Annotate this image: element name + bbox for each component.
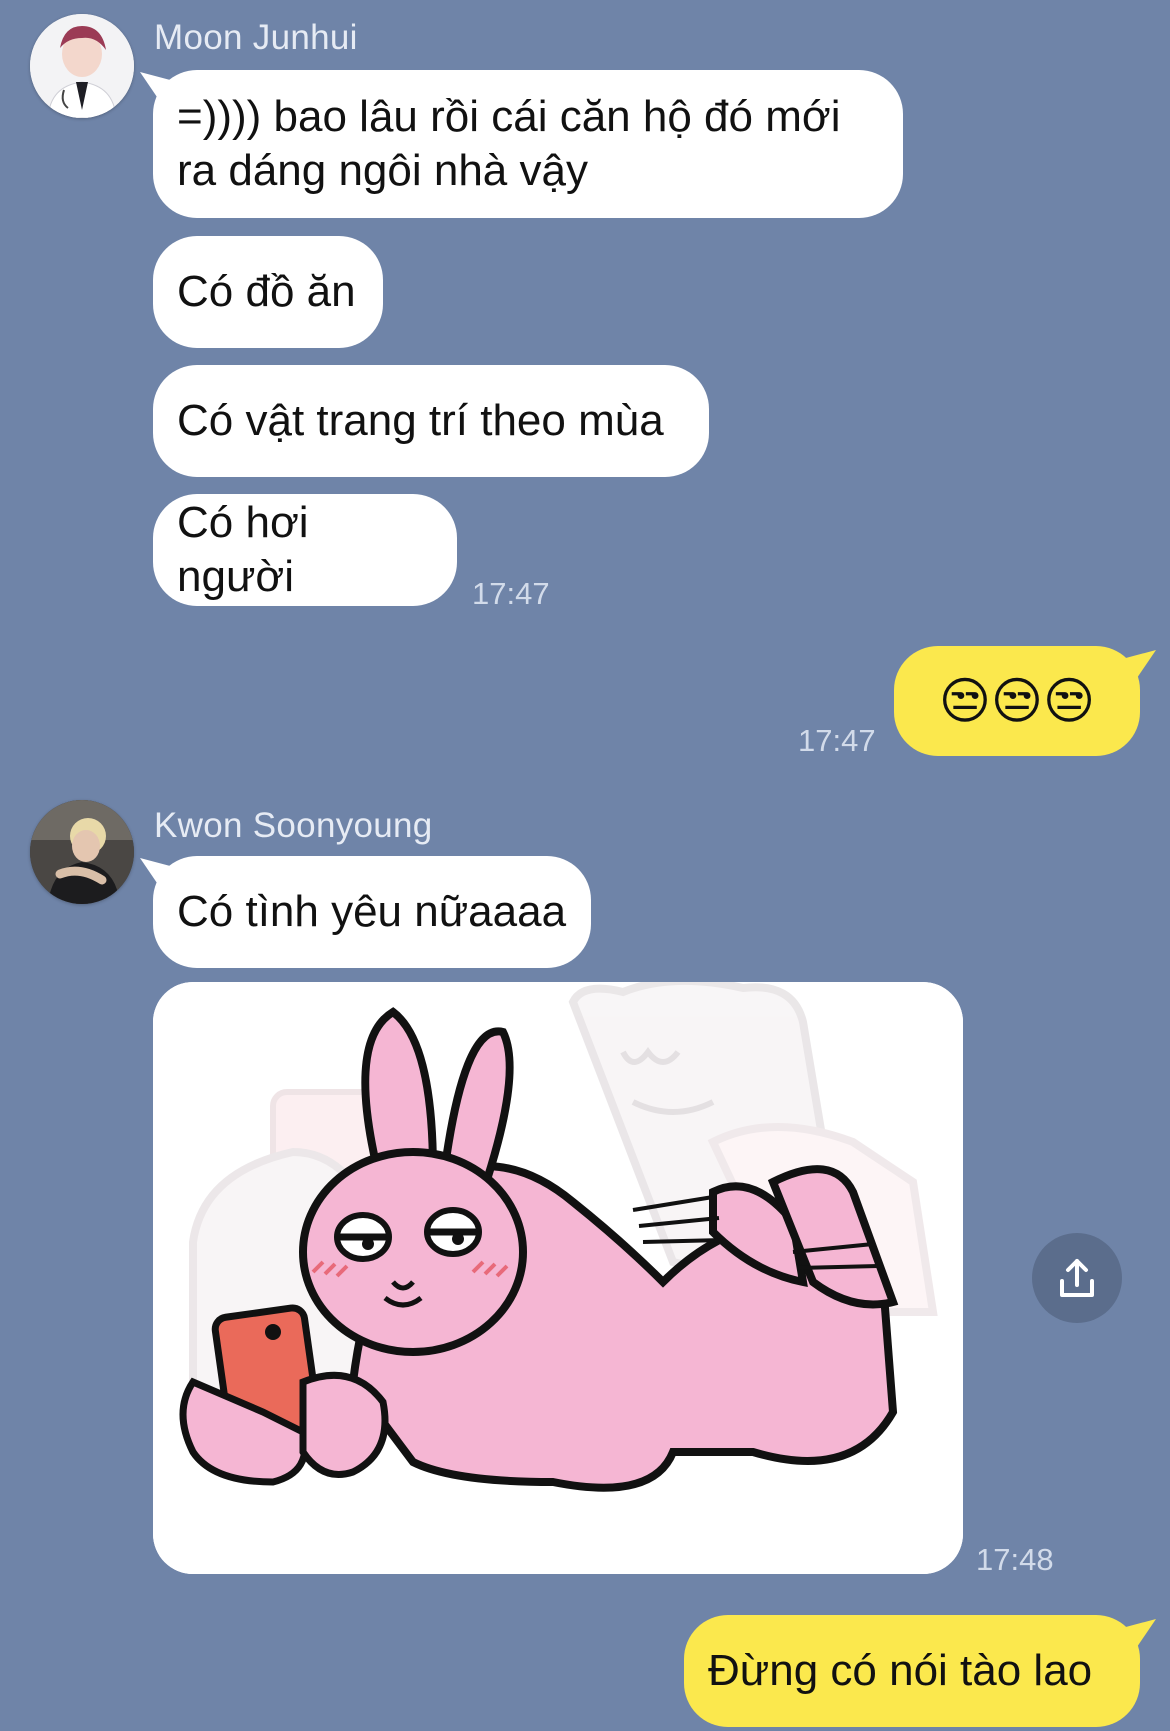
- sender-name-kwon: Kwon Soonyoung: [154, 806, 433, 845]
- message-bubble[interactable]: =)))) bao lâu rồi cái căn hộ đó mới ra d…: [153, 70, 903, 218]
- my-message-bubble[interactable]: Đừng có nói tào lao: [684, 1615, 1140, 1727]
- message-timestamp: 17:48: [976, 1542, 1054, 1577]
- pink-rabbit-sticker: [153, 982, 963, 1574]
- sticker-message[interactable]: [153, 982, 963, 1574]
- message-bubble[interactable]: Có hơi người: [153, 494, 457, 606]
- message-bubble[interactable]: Có đồ ăn: [153, 236, 383, 348]
- message-bubble[interactable]: Có tình yêu nữaaaa: [153, 856, 591, 968]
- avatar-person-icon: [30, 800, 134, 904]
- avatar-person-icon: [30, 14, 134, 118]
- share-button[interactable]: [1032, 1233, 1122, 1323]
- share-upload-icon: [1060, 1259, 1094, 1297]
- message-timestamp: 17:47: [798, 723, 876, 758]
- sender-name-moon: Moon Junhui: [154, 18, 358, 57]
- unamused-face-emoji: 😒😒😒: [938, 673, 1096, 729]
- avatar-kwon-soonyoung[interactable]: [30, 800, 134, 904]
- message-timestamp: 17:47: [472, 576, 550, 611]
- message-bubble[interactable]: Có vật trang trí theo mùa: [153, 365, 709, 477]
- avatar-moon-junhui[interactable]: [30, 14, 134, 118]
- my-message-bubble[interactable]: 😒😒😒: [894, 646, 1140, 756]
